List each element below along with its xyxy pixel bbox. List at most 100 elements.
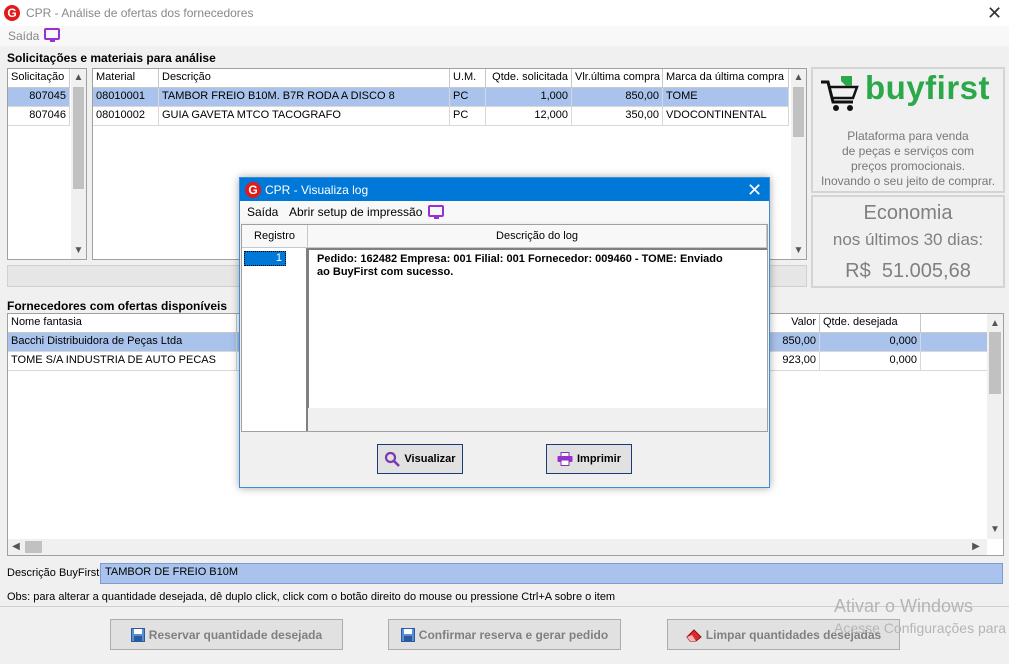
dialog-menu-saida[interactable]: Saída [247,205,278,219]
buyfirst-logo-text: buyfirst [865,69,991,106]
shopping-cart-icon [821,76,859,111]
menubar: Saída [0,26,1009,46]
registro-cell[interactable]: 1 [244,251,286,266]
reservar-label: Reservar quantidade desejada [148,627,323,642]
col-descricao[interactable]: Descrição [159,69,450,88]
close-icon[interactable]: ✕ [987,4,1002,22]
table-row[interactable]: 08010002 GUIA GAVETA MTCO TACOGRAFO PC 1… [93,107,806,126]
scroll-down-icon[interactable]: ▼ [987,524,1003,536]
material-qtde[interactable]: 1,000 [486,88,572,107]
confirmar-label: Confirmar reserva e gerar pedido [418,627,609,642]
scroll-up-icon[interactable]: ▲ [71,72,86,84]
economia-periodo: nos últimos 30 dias: [832,230,984,249]
fornecedor-nome[interactable]: TOME S/A INDUSTRIA DE AUTO PECAS [8,352,237,371]
scroll-thumb[interactable] [25,541,42,553]
imprimir-button[interactable]: Imprimir [546,444,632,474]
obs-text: Obs: para alterar a quantidade desejada,… [7,591,616,603]
log-dialog: G CPR - Visualiza log ✕ Saída Abrir setu… [239,177,770,488]
log-grid[interactable]: Registro Descrição do log 1 Pedido: 1624… [241,224,768,432]
activation-watermark-title: Ativar o Windows [834,596,974,616]
log-line-1: Pedido: 162482 Empresa: 001 Filial: 001 … [317,253,723,265]
fornecedor-qtde[interactable]: 0,000 [820,333,921,352]
scroll-up-icon[interactable]: ▲ [987,318,1003,330]
fornecedor-nome[interactable]: Bacchi Distribuidora de Peças Ltda [8,333,237,352]
col-qtde-solicitada[interactable]: Qtde. solicitada [486,69,572,88]
printer-icon [557,452,573,466]
activation-watermark-subtitle: Acesse Configurações para [834,620,1006,636]
imprimir-label: Imprimir [576,453,621,465]
solicitacao-grid[interactable]: Solicitação 807045 807046 ▲ ▼ [7,68,87,260]
scroll-down-icon[interactable]: ▼ [71,245,86,257]
dialog-titlebar: G CPR - Visualiza log ✕ [240,178,769,201]
fornecedor-extra[interactable] [921,333,989,352]
fornecedor-valor[interactable]: 850,00 [768,333,820,352]
monitor-icon[interactable] [44,28,60,42]
buyfirst-panel: buyfirst Plataforma para venda de peças … [811,67,1005,193]
fornecedor-extra[interactable] [921,352,989,371]
monitor-icon[interactable] [428,205,444,219]
scroll-thumb[interactable] [73,87,84,189]
table-row[interactable]: 08010001 TAMBOR FREIO B10M. B7R RODA A D… [93,88,806,107]
material-code[interactable]: 08010002 [93,107,159,126]
material-description[interactable]: TAMBOR FREIO B10M. B7R RODA A DISCO 8 [159,88,450,107]
material-scrollbar[interactable]: ▲ ▼ [791,69,806,259]
buyfirst-tagline-1: Plataforma para venda [847,129,969,143]
col-vlr-ultima-compra[interactable]: Vlr.última compra [572,69,663,88]
solicitacao-scrollbar[interactable]: ▲ ▼ [71,69,86,259]
scroll-thumb[interactable] [989,332,1001,394]
section-solicitacoes-label: Solicitações e materiais para análise [7,51,216,65]
material-description[interactable]: GUIA GAVETA MTCO TACOGRAFO [159,107,450,126]
material-vlr[interactable]: 850,00 [572,88,663,107]
fornecedor-vscrollbar[interactable]: ▲ ▼ [987,314,1003,539]
buyfirst-tagline-4: Inovando o seu jeito de comprar. [820,174,996,188]
col-registro[interactable]: Registro [242,225,308,248]
magnifier-icon [385,451,401,467]
dialog-title: CPR - Visualiza log [265,183,369,197]
confirmar-button[interactable]: Confirmar reserva e gerar pedido [388,619,621,650]
descricao-label: Descrição BuyFirst [7,567,100,579]
solicitacao-row[interactable]: 807046 [8,107,70,126]
economia-label: Economia [863,202,953,224]
scroll-thumb[interactable] [793,87,804,137]
scroll-right-icon[interactable]: ▶ [970,541,982,553]
col-material[interactable]: Material [93,69,159,88]
material-code[interactable]: 08010001 [93,88,159,107]
scroll-left-icon[interactable]: ◀ [10,541,22,553]
fornecedor-valor[interactable]: 923,00 [768,352,820,371]
log-line-2: ao BuyFirst com sucesso. [317,266,454,278]
col-descricao-log[interactable]: Descrição do log [308,225,767,248]
col-valor[interactable]: Valor [768,314,820,333]
material-um[interactable]: PC [450,107,486,126]
scroll-down-icon[interactable]: ▼ [791,245,806,257]
visualizar-button[interactable]: Visualizar [377,444,463,474]
material-vlr[interactable]: 350,00 [572,107,663,126]
col-marca-ultima-compra[interactable]: Marca da última compra [663,69,789,88]
app-logo-icon: G [4,5,20,21]
menu-saida[interactable]: Saída [8,29,39,43]
visualizar-label: Visualizar [404,453,456,465]
fornecedor-qtde[interactable]: 0,000 [820,352,921,371]
reservar-button[interactable]: Reservar quantidade desejada [110,619,343,650]
section-fornecedores-label: Fornecedores com ofertas disponíveis [7,299,228,313]
economia-panel: Economia nos últimos 30 dias: R$ 51.005,… [811,195,1005,288]
descricao-field[interactable]: TAMBOR DE FREIO B10M [100,563,1003,584]
scroll-up-icon[interactable]: ▲ [791,72,806,84]
col-qtde-desejada[interactable]: Qtde. desejada [820,314,921,333]
material-um[interactable]: PC [450,88,486,107]
save-icon [400,627,415,642]
material-qtde[interactable]: 12,000 [486,107,572,126]
material-marca[interactable]: VDOCONTINENTAL [663,107,789,126]
save-icon [130,627,145,642]
col-solicitacao[interactable]: Solicitação [8,69,70,88]
col-nome-fantasia[interactable]: Nome fantasia [8,314,237,333]
eraser-icon [686,628,702,641]
fornecedor-hscrollbar[interactable]: ◀ ▶ [8,539,987,555]
material-marca[interactable]: TOME [663,88,789,107]
log-description-cell[interactable]: Pedido: 162482 Empresa: 001 Filial: 001 … [308,248,767,408]
col-um[interactable]: U.M. [450,69,486,88]
col-extra[interactable] [921,314,989,333]
solicitacao-row[interactable]: 807045 [8,88,70,107]
window-title: CPR - Análise de ofertas dos fornecedore… [26,6,254,20]
dialog-close-icon[interactable]: ✕ [747,181,762,199]
dialog-menu-setup[interactable]: Abrir setup de impressão [289,205,422,219]
